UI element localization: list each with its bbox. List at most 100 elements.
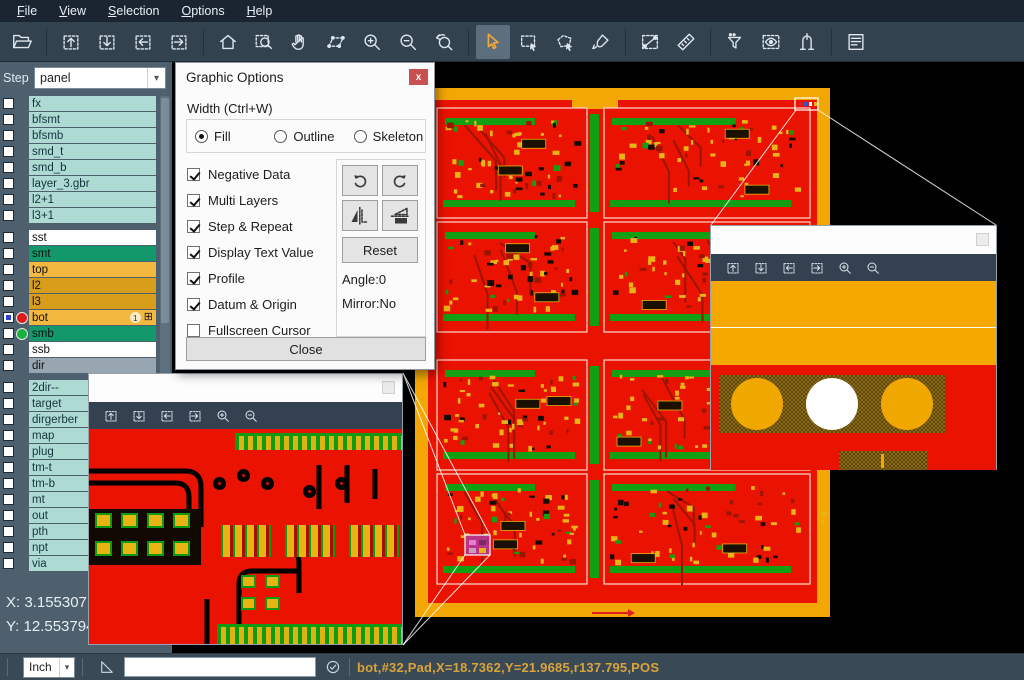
zoom-window-button[interactable] [247, 25, 281, 59]
zoom-previous-button[interactable] [427, 25, 461, 59]
layer-visibility-checkbox[interactable] [3, 98, 14, 109]
layer-name[interactable]: smd_t [29, 144, 156, 159]
rotate-cw-button[interactable] [342, 165, 378, 196]
select-cursor-button[interactable] [476, 25, 510, 59]
layer-row[interactable]: top⊞ [0, 262, 156, 277]
display-option[interactable]: Datum & Origin [187, 291, 332, 317]
scrollbar-thumb[interactable] [161, 98, 169, 323]
mag-pan-left-button[interactable] [776, 256, 802, 280]
layer-name[interactable]: bot1⊞ [29, 310, 156, 325]
view-options-button[interactable] [754, 25, 788, 59]
pan-left-button[interactable] [126, 25, 160, 59]
width-radio-option[interactable]: Skeleton [346, 129, 425, 144]
layer-name[interactable]: l2+1 [29, 192, 156, 207]
layer-name[interactable]: layer_3.gbr [29, 176, 156, 191]
paint-brush-button[interactable] [584, 25, 618, 59]
mag-pan-down-button[interactable] [126, 404, 152, 428]
layer-visibility-checkbox[interactable] [3, 382, 14, 393]
home-view-button[interactable] [211, 25, 245, 59]
magnifier-titlebar[interactable] [89, 374, 402, 402]
menu-item[interactable]: File [6, 2, 48, 20]
filter-button[interactable] [718, 25, 752, 59]
layer-name[interactable]: l3+1 [29, 208, 156, 223]
layer-row[interactable]: l3⊞ [0, 294, 156, 309]
pan-hand-button[interactable] [283, 25, 317, 59]
snap-button[interactable] [790, 25, 824, 59]
mag-pan-up-button[interactable] [98, 404, 124, 428]
layer-visibility-checkbox[interactable] [3, 446, 14, 457]
menu-item[interactable]: Options [170, 2, 235, 20]
layer-row[interactable]: smd_t [0, 144, 156, 159]
pan-down-button[interactable] [90, 25, 124, 59]
zoom-out-button[interactable] [391, 25, 425, 59]
layer-visibility-checkbox[interactable] [3, 114, 14, 125]
layer-row[interactable]: l3+1 [0, 208, 156, 223]
layer-visibility-checkbox[interactable] [3, 264, 14, 275]
layer-name[interactable]: sst⊞ [29, 230, 156, 245]
radio-icon[interactable] [195, 130, 208, 143]
layer-visibility-checkbox[interactable] [3, 398, 14, 409]
layer-visibility-checkbox[interactable] [3, 210, 14, 221]
rect-select-button[interactable] [512, 25, 546, 59]
pan-right-button[interactable] [162, 25, 196, 59]
menu-item[interactable]: View [48, 2, 97, 20]
layer-visibility-checkbox[interactable] [3, 194, 14, 205]
checkbox-icon[interactable] [187, 324, 200, 337]
poly-select-button[interactable] [548, 25, 582, 59]
corner-snap-icon[interactable] [98, 658, 116, 676]
reset-button[interactable]: Reset [342, 237, 418, 263]
layer-visibility-checkbox[interactable] [3, 146, 14, 157]
layer-visibility-checkbox[interactable] [3, 462, 14, 473]
ruler-button[interactable] [669, 25, 703, 59]
magnifier-view[interactable] [711, 281, 996, 470]
layer-visibility-checkbox[interactable] [3, 510, 14, 521]
checkbox-icon[interactable] [187, 194, 200, 207]
layer-row[interactable]: smb⊞ [0, 326, 156, 341]
zoom-in-button[interactable] [355, 25, 389, 59]
mirror-vertical-button[interactable] [382, 200, 418, 231]
mag-pan-down-button[interactable] [748, 256, 774, 280]
radio-icon[interactable] [274, 130, 287, 143]
mag-zoom-in-button[interactable] [832, 256, 858, 280]
magnifier-menu-button[interactable] [976, 233, 989, 246]
command-input[interactable] [124, 657, 316, 677]
dialog-close-action-button[interactable]: Close [186, 337, 426, 361]
display-option[interactable]: Display Text Value [187, 239, 332, 265]
layer-name[interactable]: smb⊞ [29, 326, 156, 341]
layer-row[interactable]: bfsmt [0, 112, 156, 127]
confirm-icon[interactable] [324, 658, 342, 676]
display-option[interactable]: Negative Data [187, 161, 332, 187]
layer-visibility-checkbox[interactable] [3, 558, 14, 569]
layer-visibility-checkbox[interactable] [3, 360, 14, 371]
report-panel-button[interactable] [839, 25, 873, 59]
layer-name[interactable]: smd_b [29, 160, 156, 175]
pan-up-button[interactable] [54, 25, 88, 59]
layer-row[interactable]: dir⊞ [0, 358, 156, 373]
layer-visibility-checkbox[interactable] [3, 296, 14, 307]
mag-zoom-out-button[interactable] [860, 256, 886, 280]
magnifier-titlebar[interactable] [711, 226, 996, 254]
layer-row[interactable]: smt⊞ [0, 246, 156, 261]
rotate-ccw-button[interactable] [382, 165, 418, 196]
mag-pan-right-button[interactable] [182, 404, 208, 428]
zoom-area-button[interactable] [319, 25, 353, 59]
radio-icon[interactable] [354, 130, 367, 143]
dialog-close-button[interactable]: x [409, 69, 428, 85]
layer-row[interactable]: bot1⊞ [0, 310, 156, 325]
layer-row[interactable]: l2+1 [0, 192, 156, 207]
mag-pan-left-button[interactable] [154, 404, 180, 428]
layer-row[interactable]: sst⊞ [0, 230, 156, 245]
dialog-titlebar[interactable]: Graphic Options [176, 63, 434, 91]
display-option[interactable]: Step & Repeat [187, 213, 332, 239]
width-radio-option[interactable]: Fill [187, 129, 266, 144]
layer-name[interactable]: ssb⊞ [29, 342, 156, 357]
menu-item[interactable]: Selection [97, 2, 170, 20]
mirror-horizontal-button[interactable] [342, 200, 378, 231]
layer-visibility-checkbox[interactable] [3, 478, 14, 489]
layer-row[interactable]: smd_b [0, 160, 156, 175]
layer-visibility-checkbox[interactable] [3, 312, 14, 323]
layer-visibility-checkbox[interactable] [3, 328, 14, 339]
display-option[interactable]: Profile [187, 265, 332, 291]
layer-name[interactable]: bfsmt [29, 112, 156, 127]
measure-distance-button[interactable] [633, 25, 667, 59]
